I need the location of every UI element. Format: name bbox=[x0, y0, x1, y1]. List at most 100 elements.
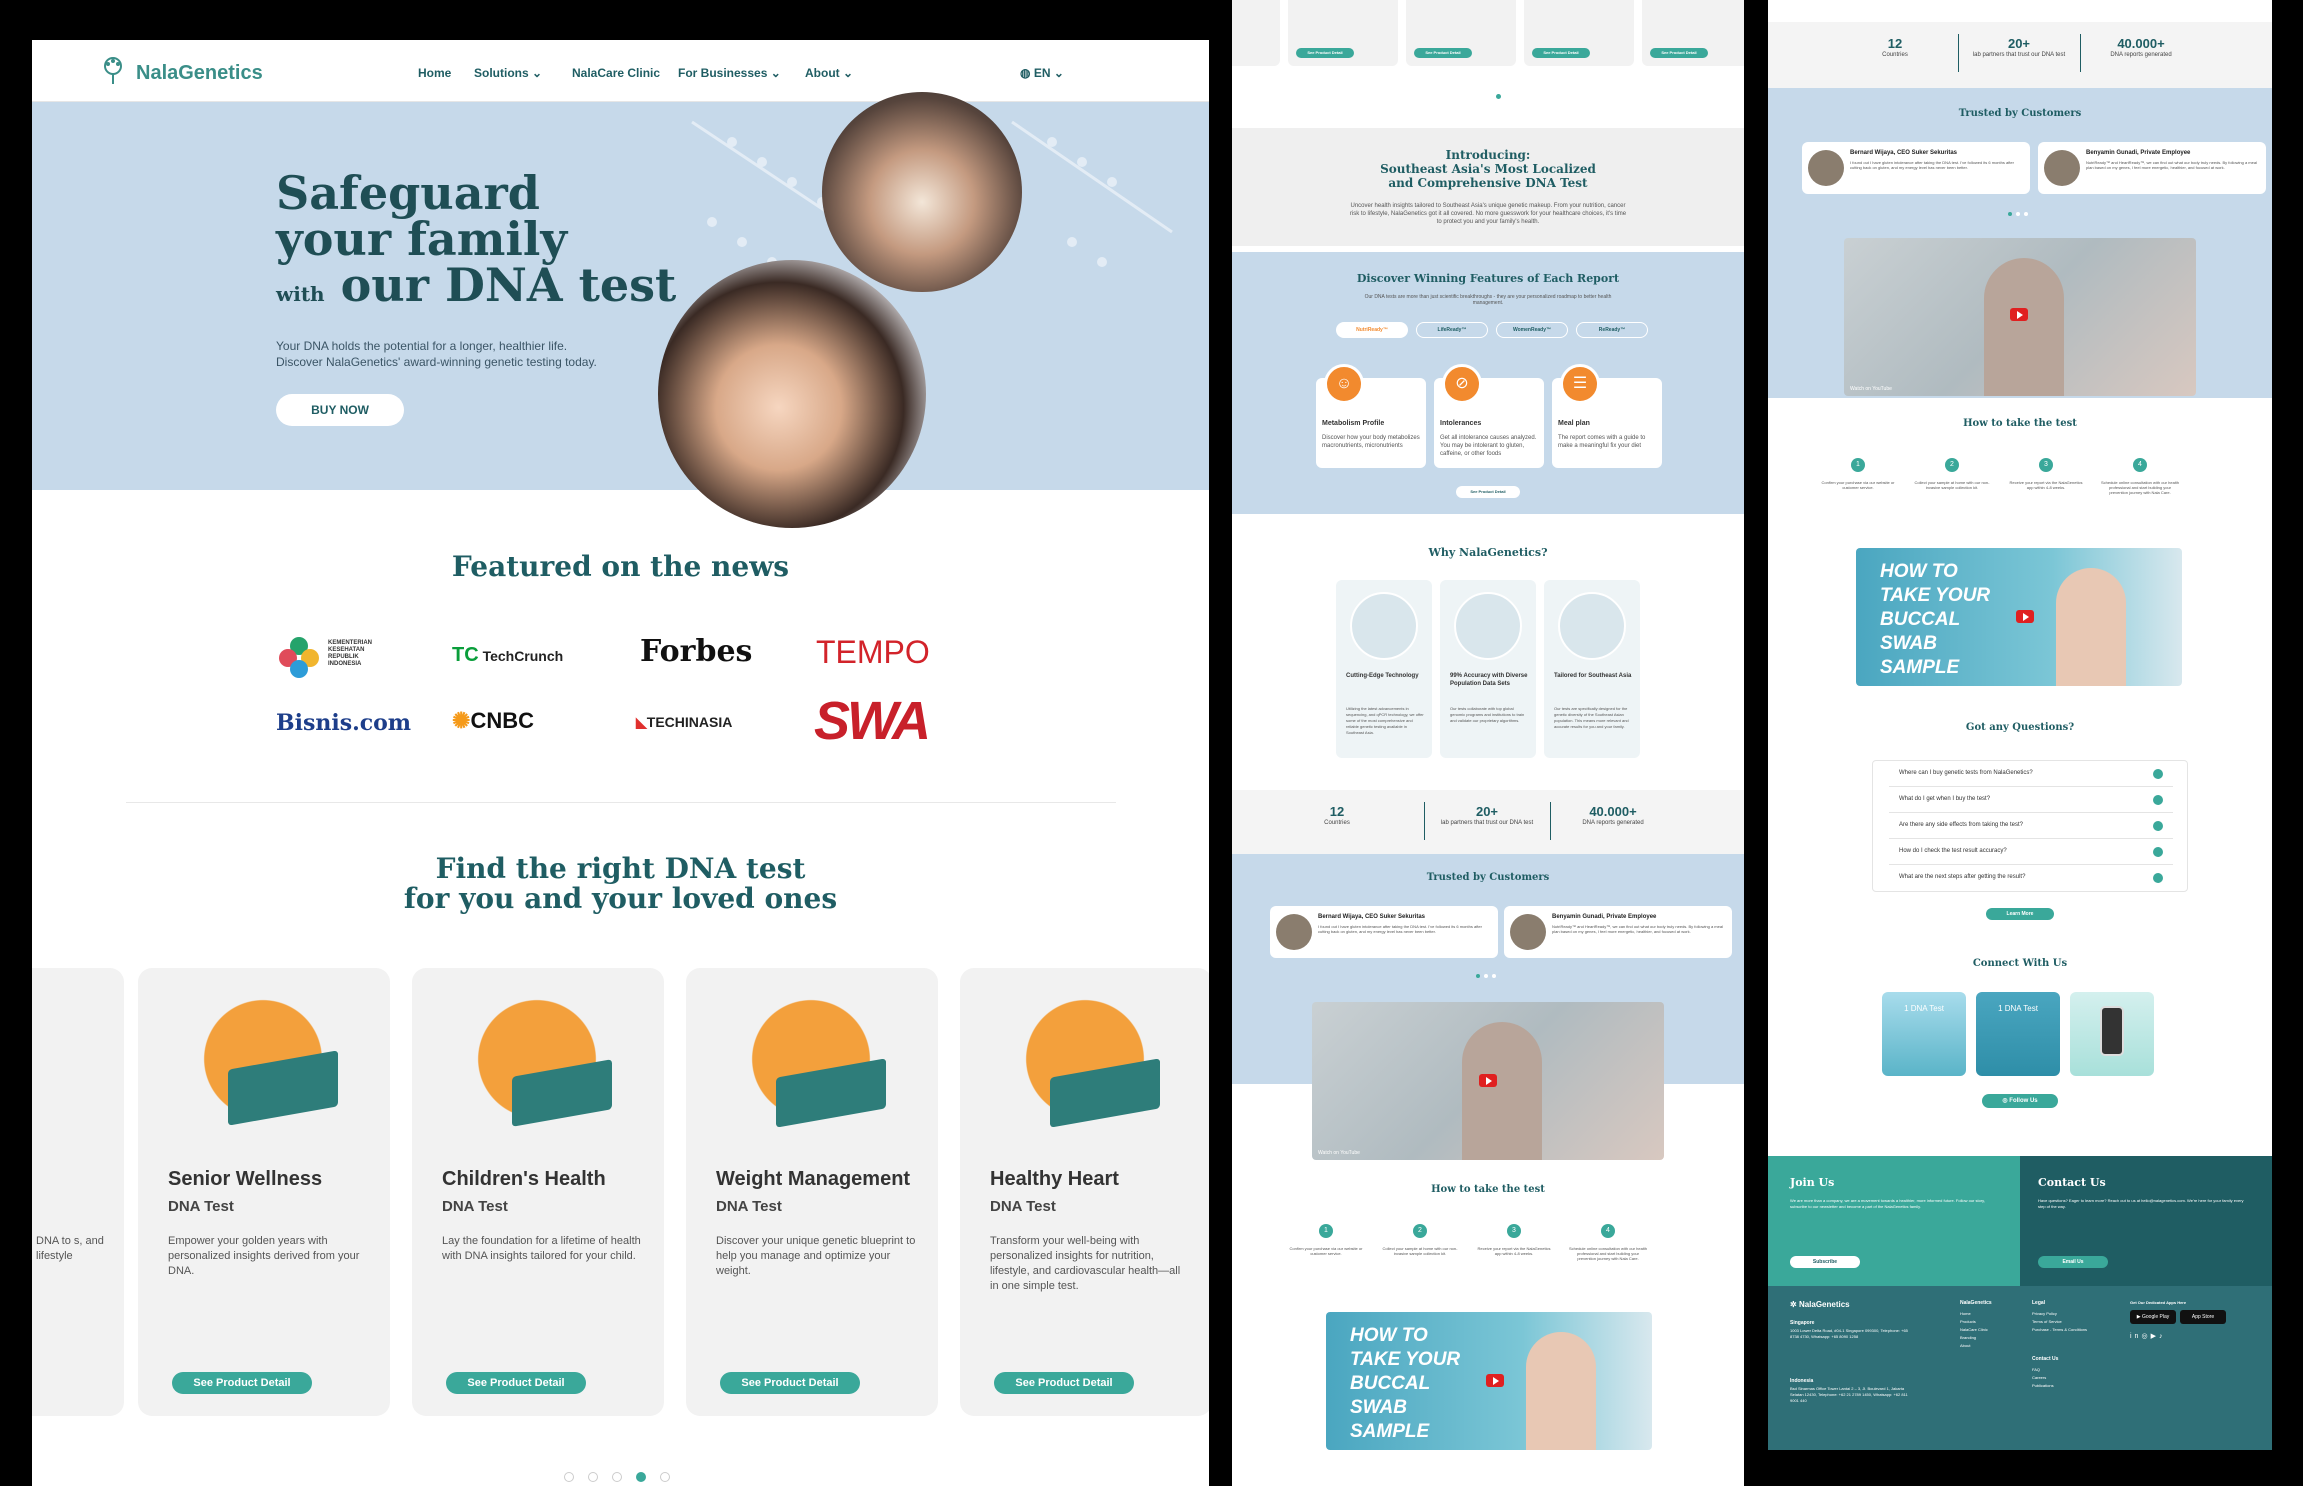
carousel-dot[interactable] bbox=[1484, 974, 1488, 978]
expand-icon[interactable] bbox=[2153, 847, 2163, 857]
testimonial-video[interactable]: Watch on YouTube bbox=[1312, 1002, 1664, 1160]
carousel-dot-active[interactable] bbox=[1476, 974, 1480, 978]
carousel-dot[interactable] bbox=[1492, 974, 1496, 978]
testimonial-video[interactable]: Watch on YouTube bbox=[1844, 238, 2196, 396]
faq-item[interactable]: What are the next steps after getting th… bbox=[1889, 865, 2173, 891]
google-play-badge[interactable]: ▶ Google Play bbox=[2130, 1310, 2176, 1324]
swab-tutorial-video[interactable]: HOW TO TAKE YOUR BUCCAL SWAB SAMPLE bbox=[1856, 548, 2182, 686]
swa-logo: SWA bbox=[814, 691, 931, 751]
metabolism-icon: ☺ bbox=[1324, 364, 1364, 404]
instagram-icon[interactable]: ◎ bbox=[2141, 1333, 2150, 1340]
social-post-tile[interactable]: 1 DNA Test bbox=[1976, 992, 2060, 1076]
steps-title: How to take the test bbox=[1431, 1184, 1545, 1195]
footer-link[interactable]: Home bbox=[1960, 1310, 1988, 1318]
see-product-detail-button[interactable]: See Product Detail bbox=[1296, 48, 1354, 58]
email-us-button[interactable]: Email Us bbox=[2038, 1256, 2108, 1268]
linkedin-icon[interactable]: in bbox=[2130, 1333, 2141, 1340]
social-post-tile[interactable]: 1 DNA Test bbox=[1882, 992, 1966, 1076]
divider bbox=[126, 802, 1116, 803]
faq-item[interactable]: What do I get when I buy the test? bbox=[1889, 787, 2173, 813]
footer-link[interactable]: Privacy Policy bbox=[2032, 1310, 2088, 1318]
mother-daughter-photo bbox=[658, 260, 926, 528]
product-card-weight-management[interactable]: Weight Management DNA Test Discover your… bbox=[686, 968, 938, 1416]
see-product-detail-button[interactable]: See Product Detail bbox=[172, 1372, 312, 1394]
feature-card-meal-plan: ☰ Meal plan The report comes with a guid… bbox=[1552, 364, 1662, 468]
step-3: 3 Receive your report via the NalaGenetic… bbox=[1474, 1224, 1554, 1256]
expand-icon[interactable] bbox=[2153, 821, 2163, 831]
youtube-play-icon[interactable] bbox=[2016, 610, 2034, 623]
footer-link[interactable]: Purchase - Terms & Conditions bbox=[2032, 1326, 2088, 1334]
avatar bbox=[1276, 914, 1312, 950]
see-product-detail-button[interactable]: See Product Detail bbox=[1456, 486, 1520, 498]
footer-link[interactable]: Branding bbox=[1960, 1334, 1988, 1342]
childrens-health-image bbox=[462, 984, 612, 1134]
product-card-healthy-heart[interactable]: Healthy Heart DNA Test Transform your we… bbox=[960, 968, 1209, 1416]
nav-solutions[interactable]: Solutions ⌄ bbox=[474, 66, 542, 80]
subscribe-button[interactable]: Subscribe bbox=[1790, 1256, 1860, 1268]
product-card-childrens-health[interactable]: Children's Health DNA Test Lay the found… bbox=[412, 968, 664, 1416]
faq-item[interactable]: How do I check the test result accuracy? bbox=[1889, 839, 2173, 865]
brand-logo[interactable]: NalaGenetics bbox=[136, 62, 263, 85]
nav-nalacare-clinic[interactable]: NalaCare Clinic bbox=[572, 66, 660, 80]
footer-link[interactable]: Terms of Service bbox=[2032, 1318, 2088, 1326]
top-nav: NalaGenetics Home Solutions ⌄ NalaCare C… bbox=[32, 40, 1209, 102]
footer-link[interactable]: Careers bbox=[2032, 1374, 2054, 1382]
carousel-dot-active[interactable] bbox=[636, 1472, 646, 1482]
footer-link[interactable]: Products bbox=[1960, 1318, 1988, 1326]
hero-description: Your DNA holds the potential for a longe… bbox=[276, 339, 597, 369]
social-post-tile[interactable] bbox=[2070, 992, 2154, 1076]
swab-tutorial-video[interactable]: HOW TO TAKE YOUR BUCCAL SWAB SAMPLE bbox=[1326, 1312, 1652, 1450]
see-product-detail-button[interactable]: See Product Detail bbox=[1532, 48, 1590, 58]
youtube-play-icon[interactable] bbox=[2010, 308, 2028, 321]
language-selector[interactable]: ◍ EN ⌄ bbox=[1020, 66, 1064, 80]
tab-lifeready[interactable]: LifeReady™ bbox=[1416, 322, 1488, 338]
follow-us-button[interactable]: ◎ Follow Us bbox=[1982, 1094, 2058, 1108]
tiktok-icon[interactable]: ♪ bbox=[2159, 1333, 2166, 1340]
youtube-play-icon[interactable] bbox=[1479, 1074, 1497, 1087]
footer: ✲ NalaGenetics Singapore 1003 Lower Delt… bbox=[1768, 1286, 2272, 1450]
see-product-detail-button[interactable]: See Product Detail bbox=[994, 1372, 1134, 1394]
product-card-senior-wellness[interactable]: Senior Wellness DNA Test Empower your go… bbox=[138, 968, 390, 1416]
footer-link[interactable]: Publications bbox=[2032, 1382, 2054, 1390]
play-store-icon: ▶ bbox=[2136, 1314, 2141, 1320]
youtube-play-icon[interactable] bbox=[1486, 1374, 1504, 1387]
buy-now-button[interactable]: BUY NOW bbox=[276, 394, 404, 426]
footer-link[interactable]: About bbox=[1960, 1342, 1988, 1350]
carousel-dot[interactable] bbox=[564, 1472, 574, 1482]
footer-link[interactable]: NalaCare Clinic bbox=[1960, 1326, 1988, 1334]
tab-nutriready[interactable]: NutriReady™ bbox=[1336, 322, 1408, 338]
carousel-dot[interactable] bbox=[2016, 212, 2020, 216]
faq-item[interactable]: Where can I buy genetic tests from NalaG… bbox=[1889, 761, 2173, 787]
carousel-dot-active[interactable] bbox=[2008, 212, 2012, 216]
see-product-detail-button[interactable]: See Product Detail bbox=[720, 1372, 860, 1394]
speaker-figure bbox=[1462, 1022, 1542, 1160]
step-4: 4 Schedule online consultation with our h… bbox=[2100, 458, 2180, 495]
expand-icon[interactable] bbox=[2153, 769, 2163, 779]
see-product-detail-button[interactable]: See Product Detail bbox=[446, 1372, 586, 1394]
footer-link[interactable]: FAQ bbox=[2032, 1366, 2054, 1374]
carousel-dot-active[interactable] bbox=[1496, 94, 1501, 99]
app-store-badge[interactable]: App Store bbox=[2180, 1310, 2226, 1324]
see-product-detail-button[interactable]: See Product Detail bbox=[1650, 48, 1708, 58]
nav-for-businesses[interactable]: For Businesses ⌄ bbox=[678, 66, 781, 80]
nav-home[interactable]: Home bbox=[418, 66, 451, 80]
nav-about[interactable]: About ⌄ bbox=[805, 66, 853, 80]
carousel-dot[interactable] bbox=[612, 1472, 622, 1482]
expand-icon[interactable] bbox=[2153, 795, 2163, 805]
youtube-icon[interactable]: ▶ bbox=[2151, 1333, 2159, 1340]
expand-icon[interactable] bbox=[2153, 873, 2163, 883]
chevron-down-icon: ⌄ bbox=[843, 66, 854, 80]
see-product-detail-button[interactable]: See Product Detail bbox=[1414, 48, 1472, 58]
carousel-dot[interactable] bbox=[588, 1472, 598, 1482]
learn-more-button[interactable]: Learn More bbox=[1986, 908, 2054, 920]
avatar bbox=[1510, 914, 1546, 950]
presenter-figure bbox=[2056, 568, 2126, 686]
carousel-dot[interactable] bbox=[2024, 212, 2028, 216]
carousel-dot[interactable] bbox=[660, 1472, 670, 1482]
avatar bbox=[2044, 150, 2080, 186]
tab-womenready[interactable]: WomenReady™ bbox=[1496, 322, 1568, 338]
faq-item[interactable]: Are there any side effects from taking t… bbox=[1889, 813, 2173, 839]
lab-technology-image bbox=[1350, 592, 1418, 660]
stats-bar: 12 Countries 20+ lab partners that trust o… bbox=[1232, 790, 1744, 854]
tab-reready[interactable]: ReReady™ bbox=[1576, 322, 1648, 338]
